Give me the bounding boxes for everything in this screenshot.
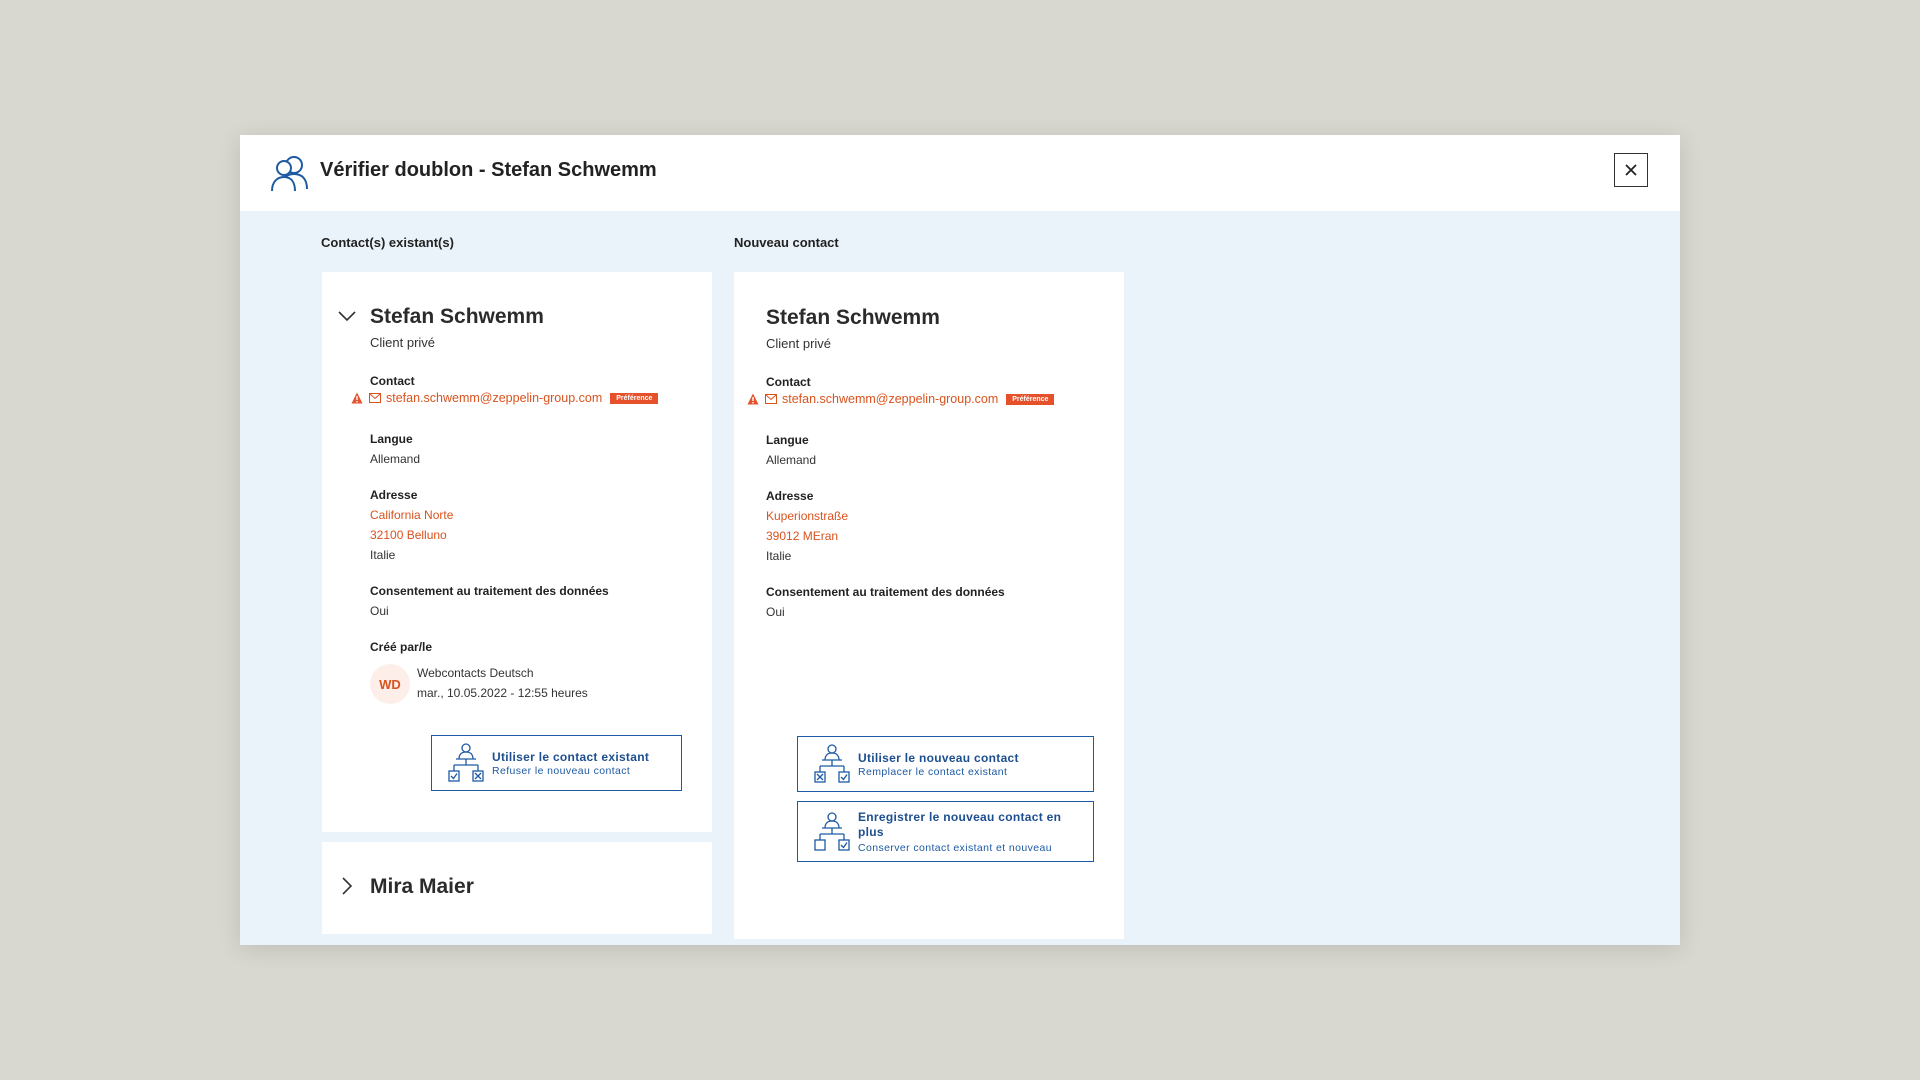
mail-icon	[369, 393, 381, 403]
language-label: Langue	[370, 432, 413, 446]
created-date: mar., 10.05.2022 - 12:55 heures	[417, 686, 588, 700]
address-country: Italie	[766, 549, 792, 563]
preference-badge: Préférence	[610, 392, 659, 404]
language-label: Langue	[766, 433, 809, 447]
duplicate-check-dialog: Vérifier doublon - Stefan Schwemm Contac…	[240, 135, 1680, 945]
contact-type: Client privé	[370, 335, 436, 350]
contact-type: Client privé	[766, 336, 832, 351]
close-icon	[1625, 164, 1637, 176]
dialog-header: Vérifier doublon - Stefan Schwemm	[240, 135, 1680, 211]
button-subtitle: Refuser le nouveau contact	[492, 765, 631, 777]
language-value: Allemand	[766, 453, 817, 467]
chevron-down-icon[interactable]	[336, 305, 358, 327]
consent-label: Consentement au traitement des données	[370, 584, 609, 598]
hierarchy-replace-icon	[814, 744, 850, 783]
button-title: Utiliser le contact existant	[492, 750, 650, 764]
warning-icon	[351, 392, 363, 404]
hierarchy-reject-icon	[448, 743, 484, 782]
button-subtitle: Remplacer le contact existant	[858, 766, 1008, 778]
consent-value: Oui	[766, 605, 785, 619]
mail-icon	[765, 394, 777, 404]
existing-contacts-heading: Contact(s) existant(s)	[321, 235, 454, 250]
new-contact-card: Stefan Schwemm Client privé Contact stef…	[734, 272, 1124, 939]
new-contact-heading: Nouveau contact	[734, 235, 839, 250]
email-row: stefan.schwemm@zeppelin-group.com Préfér…	[747, 392, 1055, 406]
button-subtitle: Conserver contact existant et nouveau	[858, 842, 1052, 854]
address-street[interactable]: Kuperionstraße	[766, 509, 848, 523]
other-existing-contact-card[interactable]: Mira Maier	[322, 842, 712, 934]
address-street[interactable]: California Norte	[370, 508, 453, 522]
button-title: Enregistrer le nouveau contact en plus	[858, 810, 1062, 839]
use-existing-contact-button[interactable]: Utiliser le contact existant Refuser le …	[431, 735, 682, 791]
address-label: Adresse	[370, 488, 418, 502]
consent-value: Oui	[370, 604, 389, 618]
consent-label: Consentement au traitement des données	[766, 585, 1005, 599]
dialog-title: Vérifier doublon - Stefan Schwemm	[320, 159, 657, 181]
warning-icon	[747, 393, 759, 405]
chevron-right-icon[interactable]	[336, 875, 358, 897]
close-button[interactable]	[1614, 153, 1648, 187]
language-value: Allemand	[370, 452, 421, 466]
address-label: Adresse	[766, 489, 814, 503]
existing-contact-card: Stefan Schwemm Client privé Contact stef…	[322, 272, 712, 832]
button-title: Utiliser le nouveau contact	[858, 751, 1019, 765]
save-new-contact-additionally-button[interactable]: Enregistrer le nouveau contact en plus C…	[797, 801, 1094, 862]
contact-label: Contact	[370, 374, 415, 388]
email-row: stefan.schwemm@zeppelin-group.com Préfér…	[351, 391, 659, 405]
created-label: Créé par/le	[370, 640, 433, 654]
contact-name: Stefan Schwemm	[766, 306, 940, 329]
users-icon	[271, 156, 308, 192]
contact-name: Mira Maier	[370, 875, 474, 898]
creator-name: Webcontacts Deutsch	[417, 666, 534, 680]
email-link[interactable]: stefan.schwemm@zeppelin-group.com	[386, 391, 602, 405]
address-city[interactable]: 39012 MEran	[766, 529, 838, 543]
avatar: WD	[370, 664, 410, 704]
contact-name: Stefan Schwemm	[370, 305, 544, 328]
email-link[interactable]: stefan.schwemm@zeppelin-group.com	[782, 392, 998, 406]
use-new-contact-button[interactable]: Utiliser le nouveau contact Remplacer le…	[797, 736, 1094, 792]
contact-label: Contact	[766, 375, 811, 389]
address-city[interactable]: 32100 Belluno	[370, 528, 447, 542]
address-country: Italie	[370, 548, 396, 562]
hierarchy-add-icon	[814, 812, 850, 851]
preference-badge: Préférence	[1006, 393, 1055, 405]
